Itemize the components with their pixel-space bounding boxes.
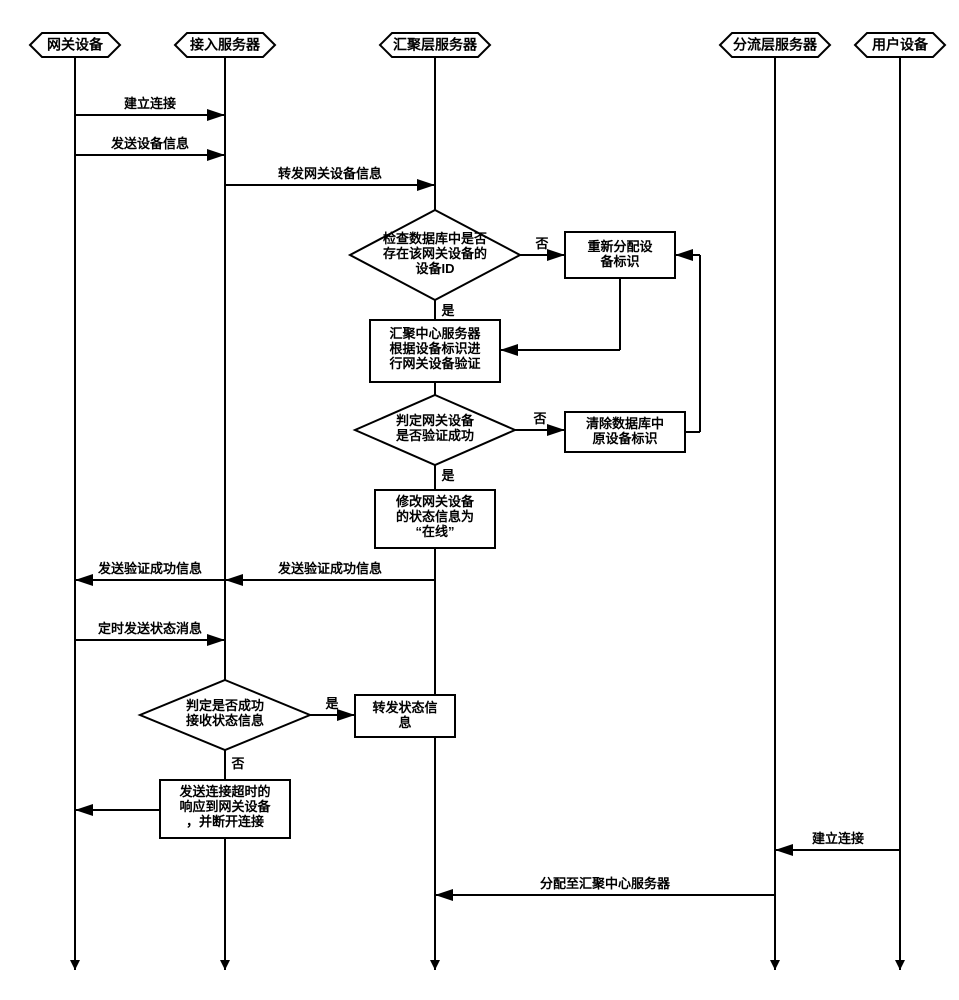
svg-text:清除数据库中原设备标识: 清除数据库中原设备标识 bbox=[586, 416, 664, 446]
lane-label-dist: 分流层服务器 bbox=[733, 37, 818, 53]
decision-check-db-device-id: 检查数据库中是否存在该网关设备的设备ID bbox=[350, 210, 520, 300]
lane-label-gateway: 网关设备 bbox=[47, 37, 104, 53]
msg-label-assign-agg-server: 分配至汇聚中心服务器 bbox=[540, 876, 671, 891]
process-forward-status: 转发状态信息 bbox=[355, 695, 455, 737]
decision-recv-status-ok: 判定是否成功接收状态信息 bbox=[140, 680, 310, 750]
decision-verify-success: 判定网关设备是否验证成功 bbox=[355, 395, 515, 465]
lane-header-agg: 汇聚层服务器 bbox=[380, 33, 490, 57]
msg-label-establish-conn-2: 建立连接 bbox=[812, 831, 864, 846]
process-clear-db-device-id: 清除数据库中原设备标识 bbox=[565, 412, 685, 452]
svg-text:判定网关设备是否验证成功: 判定网关设备是否验证成功 bbox=[395, 413, 475, 443]
process-reassign-device-id: 重新分配设备标识 bbox=[565, 232, 675, 278]
svg-text:发送连接超时的响应到网关设备，并断开连接: 发送连接超时的响应到网关设备，并断开连接 bbox=[178, 784, 271, 829]
lane-label-agg: 汇聚层服务器 bbox=[393, 37, 478, 53]
msg-label-send-device-info: 发送设备信息 bbox=[110, 136, 189, 151]
svg-text:汇聚中心服务器根据设备标识进行网关设备验证: 汇聚中心服务器根据设备标识进行网关设备验证 bbox=[388, 326, 481, 371]
process-verify-gateway: 汇聚中心服务器根据设备标识进行网关设备验证 bbox=[370, 320, 500, 382]
edge-label-d1-yes: 是 bbox=[440, 303, 455, 318]
process-set-status-online: 修改网关设备的状态信息为“在线” bbox=[375, 490, 495, 548]
edge-label-d2-no: 否 bbox=[532, 411, 546, 426]
msg-label-send-verify-ok-access-gw: 发送验证成功信息 bbox=[97, 561, 202, 576]
msg-label-periodic-status: 定时发送状态消息 bbox=[97, 621, 202, 636]
msg-label-forward-gateway-info: 转发网关设备信息 bbox=[278, 166, 382, 181]
lane-header-dist: 分流层服务器 bbox=[720, 33, 830, 57]
edge-label-d1-no: 否 bbox=[534, 236, 548, 251]
sequence-diagram: 网关设备 接入服务器 汇聚层服务器 分流层服务器 用户设备 建立连接 发送设备信… bbox=[0, 0, 959, 1000]
msg-label-send-verify-ok-agg-access: 发送验证成功信息 bbox=[277, 561, 382, 576]
svg-text:判定是否成功接收状态信息: 判定是否成功接收状态信息 bbox=[186, 698, 264, 728]
lane-header-gateway: 网关设备 bbox=[30, 33, 120, 57]
edge-label-d2-yes: 是 bbox=[440, 468, 455, 483]
lane-header-access: 接入服务器 bbox=[175, 33, 275, 57]
edge-label-d3-yes: 是 bbox=[324, 696, 339, 711]
edge-label-d3-no: 否 bbox=[230, 756, 244, 771]
msg-label-establish-conn-1: 建立连接 bbox=[124, 96, 176, 111]
lane-header-user: 用户设备 bbox=[855, 33, 945, 57]
lane-label-access: 接入服务器 bbox=[190, 37, 261, 53]
process-timeout-response: 发送连接超时的响应到网关设备，并断开连接 bbox=[160, 780, 290, 838]
lane-label-user: 用户设备 bbox=[872, 37, 929, 53]
